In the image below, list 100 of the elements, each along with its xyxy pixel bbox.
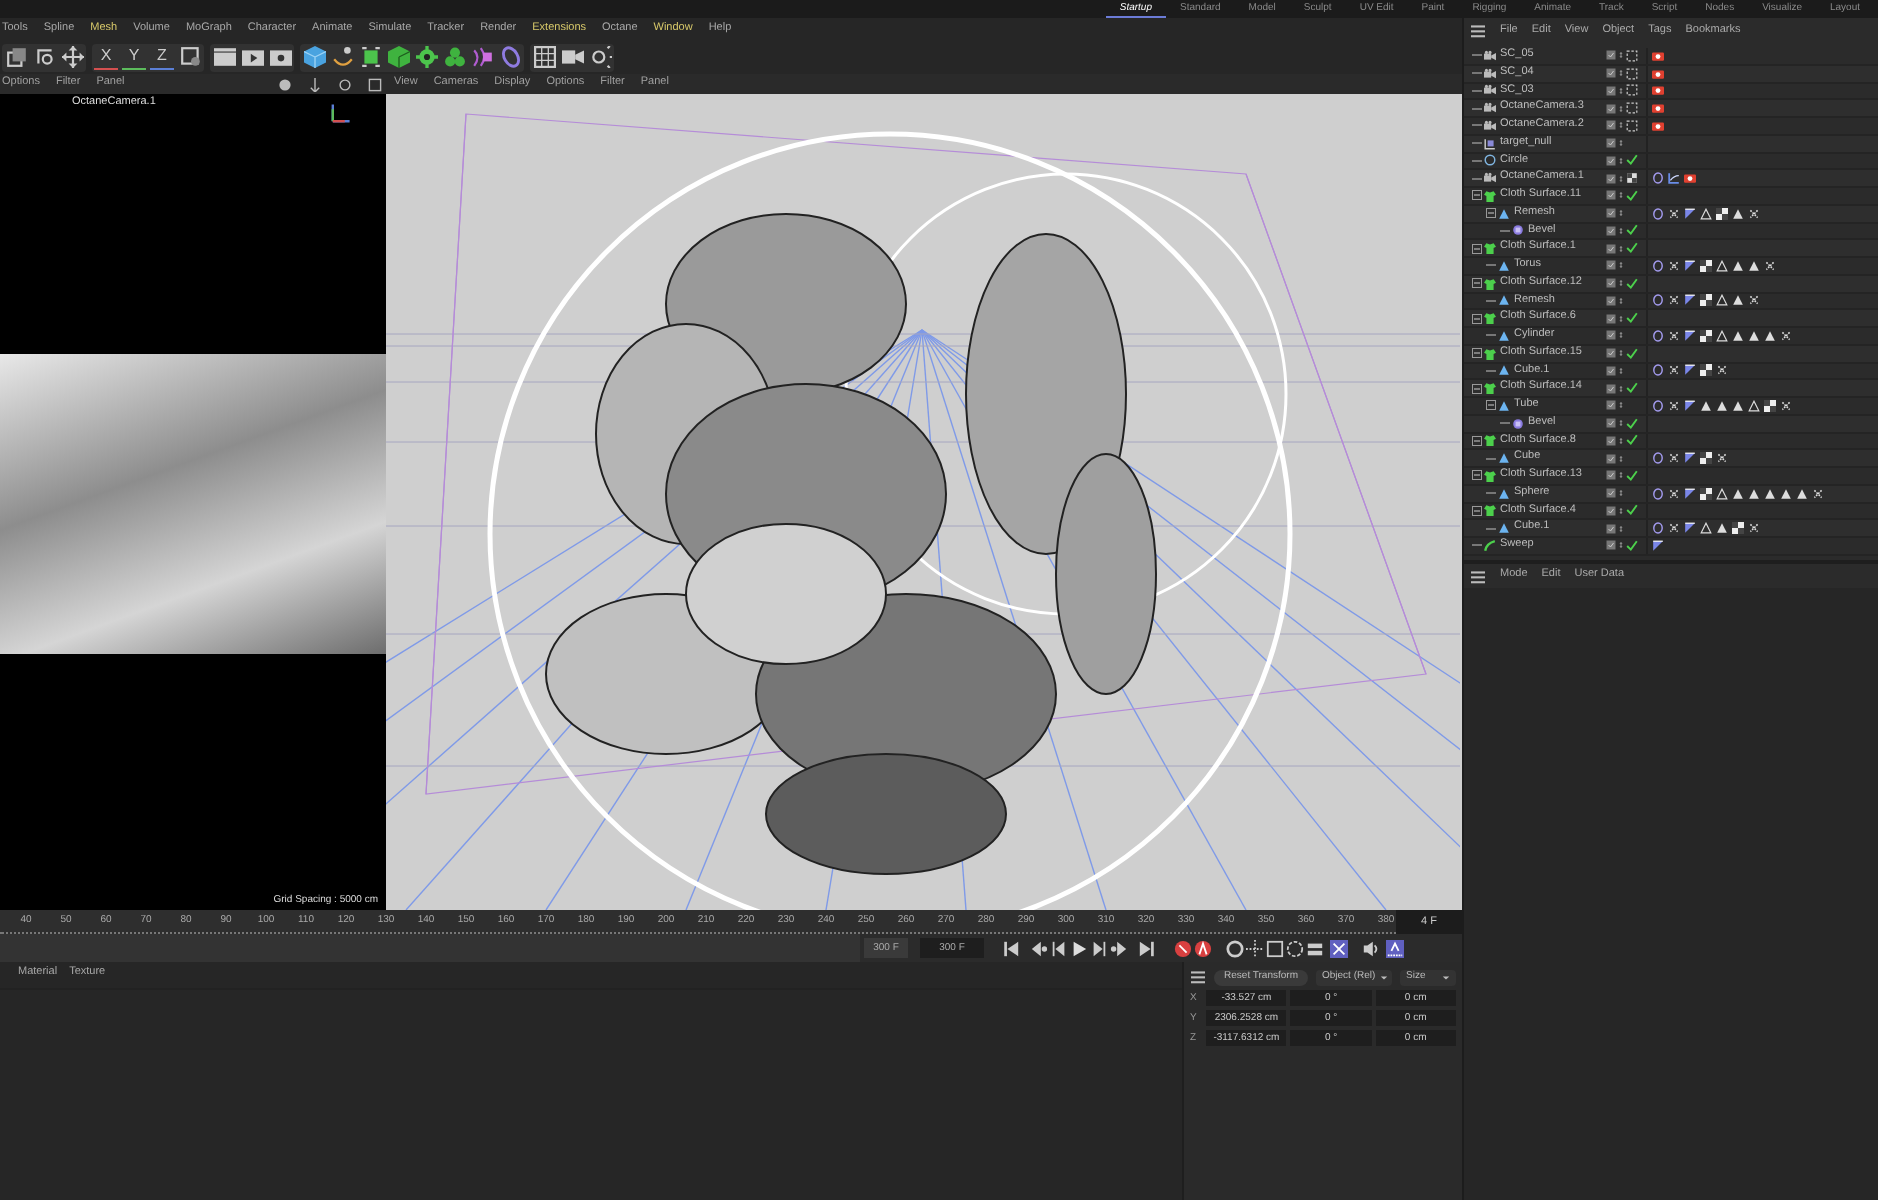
enable-checkbox-icon[interactable] xyxy=(1606,470,1616,481)
collapse-icon[interactable] xyxy=(1486,208,1496,219)
enable-checkbox-icon[interactable] xyxy=(1606,68,1616,79)
dots-tag-icon[interactable] xyxy=(1668,364,1680,377)
camera-tag-icon[interactable] xyxy=(1652,102,1664,115)
next-frame-icon[interactable] xyxy=(1088,938,1108,958)
clapboard-settings-icon[interactable] xyxy=(268,45,292,69)
flag-tag-icon[interactable] xyxy=(1652,539,1664,552)
dots-tag-icon[interactable] xyxy=(1780,399,1792,412)
checker-tag-icon[interactable] xyxy=(1716,207,1728,220)
triangle-outline-tag-icon[interactable] xyxy=(1700,207,1712,220)
dots-tag-icon[interactable] xyxy=(1716,452,1728,465)
enable-checkbox-icon[interactable] xyxy=(1606,365,1616,376)
enable-checkbox-icon[interactable] xyxy=(1606,313,1616,324)
enable-checkbox-icon[interactable] xyxy=(1606,453,1616,464)
next-key-icon[interactable] xyxy=(1108,938,1128,958)
flag-tag-icon[interactable] xyxy=(1684,452,1696,465)
enable-checkbox-icon[interactable] xyxy=(1606,418,1616,429)
check-icon[interactable] xyxy=(1626,242,1638,255)
dots-tag-icon[interactable] xyxy=(1668,487,1680,500)
check-icon[interactable] xyxy=(1626,539,1638,552)
layers-icon[interactable] xyxy=(1304,938,1324,958)
cube-icon[interactable] xyxy=(386,45,410,69)
camera-tag-icon[interactable] xyxy=(1684,172,1696,185)
check-icon[interactable] xyxy=(1626,154,1638,167)
dots-tag-icon[interactable] xyxy=(1668,207,1680,220)
select-icon[interactable] xyxy=(4,45,28,69)
ring-tag-icon[interactable] xyxy=(1652,522,1664,535)
camera-tag-icon[interactable] xyxy=(1652,119,1664,132)
play-icon[interactable] xyxy=(1068,938,1088,958)
enable-checkbox-icon[interactable] xyxy=(1606,50,1616,61)
triangle-tag-icon[interactable] xyxy=(1732,294,1744,307)
dots-tag-icon[interactable] xyxy=(1748,294,1760,307)
flag-tag-icon[interactable] xyxy=(1684,364,1696,377)
collapse-icon[interactable] xyxy=(1472,470,1482,481)
position-key-icon[interactable] xyxy=(1244,938,1264,958)
checker-tag-icon[interactable] xyxy=(1700,452,1712,465)
collapse-icon[interactable] xyxy=(1472,383,1482,394)
coordinate-system-icon[interactable] xyxy=(178,45,202,69)
rotate-icon[interactable] xyxy=(32,45,56,69)
flag-tag-icon[interactable] xyxy=(1684,522,1696,535)
rotation-key-icon[interactable] xyxy=(1284,938,1304,958)
collapse-icon[interactable] xyxy=(1486,400,1496,411)
dots-tag-icon[interactable] xyxy=(1716,364,1728,377)
enable-checkbox-icon[interactable] xyxy=(1606,505,1616,516)
check-icon[interactable] xyxy=(1626,189,1638,202)
triangle-outline-tag-icon[interactable] xyxy=(1716,259,1728,272)
ring-tag-icon[interactable] xyxy=(1652,172,1664,185)
dots-tag-icon[interactable] xyxy=(1668,294,1680,307)
dots-tag-icon[interactable] xyxy=(1668,522,1680,535)
move-icon[interactable] xyxy=(60,45,84,69)
ring-tag-icon[interactable] xyxy=(1652,259,1664,272)
check-icon[interactable] xyxy=(1626,504,1638,517)
enable-checkbox-icon[interactable] xyxy=(1606,120,1616,131)
triangle-outline-tag-icon[interactable] xyxy=(1716,294,1728,307)
rotate-view-icon[interactable] xyxy=(338,77,352,91)
dots-tag-icon[interactable] xyxy=(1812,487,1824,500)
check-icon[interactable] xyxy=(1626,434,1638,447)
previous-key-icon[interactable] xyxy=(1028,938,1048,958)
sound-icon[interactable] xyxy=(1360,938,1380,958)
collapse-icon[interactable] xyxy=(1472,278,1482,289)
autokey-icon[interactable] xyxy=(1192,938,1212,958)
flag-tag-icon[interactable] xyxy=(1684,207,1696,220)
dots-tag-icon[interactable] xyxy=(1780,329,1792,342)
menu-icon[interactable] xyxy=(1470,569,1486,583)
deformer-icon[interactable] xyxy=(470,45,494,69)
ring-tag-icon[interactable] xyxy=(1652,207,1664,220)
enable-checkbox-icon[interactable] xyxy=(1606,225,1616,236)
check-icon[interactable] xyxy=(1626,417,1638,430)
gear-icon[interactable] xyxy=(414,45,438,69)
enable-checkbox-icon[interactable] xyxy=(1606,400,1616,411)
checker-tag-icon[interactable] xyxy=(1700,259,1712,272)
enable-checkbox-icon[interactable] xyxy=(1606,190,1616,201)
axis-button[interactable]: Y xyxy=(122,45,146,69)
ring-tag-icon[interactable] xyxy=(1652,329,1664,342)
camera-tag-icon[interactable] xyxy=(1652,84,1664,97)
check-icon[interactable] xyxy=(1626,277,1638,290)
enable-checkbox-icon[interactable] xyxy=(1606,295,1616,306)
record-icon[interactable] xyxy=(1172,938,1192,958)
checker-tag-icon[interactable] xyxy=(1700,487,1712,500)
ring-icon[interactable] xyxy=(498,45,522,69)
enable-checkbox-icon[interactable] xyxy=(1606,278,1616,289)
go-to-end-icon[interactable] xyxy=(1136,938,1156,958)
menu-icon[interactable] xyxy=(1470,24,1486,38)
triangle-outline-tag-icon[interactable] xyxy=(1716,329,1728,342)
flag-tag-icon[interactable] xyxy=(1684,399,1696,412)
dots-tag-icon[interactable] xyxy=(1764,259,1776,272)
checker-tag-icon[interactable] xyxy=(1700,329,1712,342)
enable-checkbox-icon[interactable] xyxy=(1606,540,1616,551)
go-to-start-icon[interactable] xyxy=(1000,938,1020,958)
collapse-icon[interactable] xyxy=(1472,505,1482,516)
enable-checkbox-icon[interactable] xyxy=(1606,85,1616,96)
triangle-outline-tag-icon[interactable] xyxy=(1700,522,1712,535)
enable-checkbox-icon[interactable] xyxy=(1606,173,1616,184)
axis-button[interactable]: Z xyxy=(150,45,174,69)
checker-tag-icon[interactable] xyxy=(1700,364,1712,377)
maximize-view-icon[interactable] xyxy=(368,77,382,91)
zoom-view-icon[interactable] xyxy=(308,77,322,91)
enable-checkbox-icon[interactable] xyxy=(1606,208,1616,219)
dots-tag-icon[interactable] xyxy=(1668,329,1680,342)
